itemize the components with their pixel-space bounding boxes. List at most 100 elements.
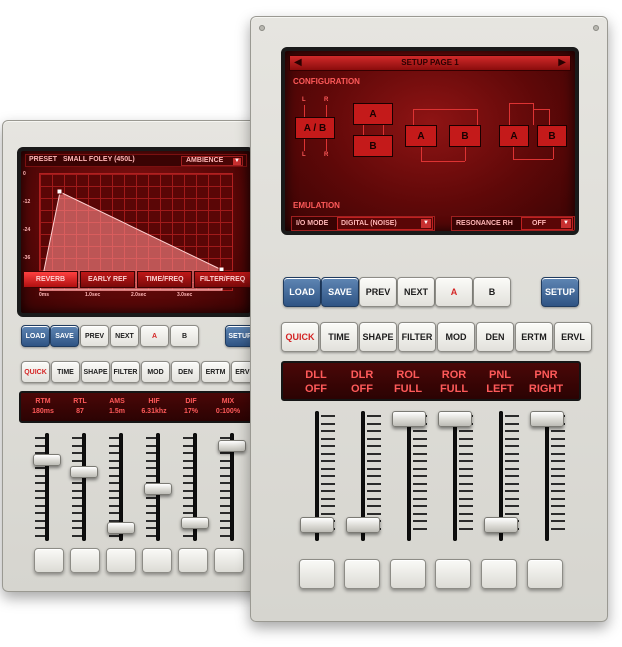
fader-tick: [551, 482, 565, 485]
ertm-button[interactable]: ERTM: [515, 322, 553, 352]
fader-track[interactable]: [45, 433, 49, 541]
fader-knob[interactable]: [181, 517, 209, 530]
next-button[interactable]: NEXT: [110, 325, 139, 347]
setup-button[interactable]: SETUP: [541, 277, 579, 307]
prev-button[interactable]: PREV: [80, 325, 109, 347]
fader-knob[interactable]: [484, 517, 518, 534]
next-label: NEXT: [115, 332, 134, 340]
tab-label: REVERB: [35, 276, 66, 283]
fader-tick: [551, 475, 565, 477]
b-button[interactable]: B: [170, 325, 199, 347]
b-button[interactable]: B: [473, 277, 511, 307]
category-select[interactable]: AMBIENCE ▼: [181, 156, 243, 166]
pad-button[interactable]: [481, 559, 517, 589]
fader-track[interactable]: [407, 411, 411, 541]
ervl-button[interactable]: ERVL: [554, 322, 592, 352]
fader-tick: [72, 459, 82, 462]
fader-tick: [505, 497, 519, 500]
fader-tick: [183, 489, 193, 492]
quick-button[interactable]: QUICK: [21, 361, 50, 383]
tab-time-freq[interactable]: TIME/FREQ: [137, 271, 192, 288]
ertm-button[interactable]: ERTM: [201, 361, 230, 383]
fader-knob[interactable]: [70, 465, 98, 478]
fader-tick: [146, 444, 156, 447]
fader-tick: [183, 459, 193, 462]
fader-tick: [321, 505, 335, 507]
quick-label: QUICK: [285, 332, 315, 342]
fader-tick: [109, 497, 119, 499]
load-button[interactable]: LOAD: [21, 325, 50, 347]
save-button[interactable]: SAVE: [50, 325, 79, 347]
den-button[interactable]: DEN: [476, 322, 514, 352]
fader-tick: [367, 415, 381, 417]
fader-tick: [109, 467, 119, 469]
pad-button[interactable]: [527, 559, 563, 589]
page-next-icon[interactable]: ▶: [558, 57, 566, 68]
a-button[interactable]: A: [435, 277, 473, 307]
param-value: 6.31khz: [141, 408, 167, 415]
quick-button[interactable]: QUICK: [281, 322, 319, 352]
pad-button[interactable]: [435, 559, 471, 589]
config-box-b: B: [449, 125, 481, 147]
shape-button[interactable]: SHAPE: [81, 361, 110, 383]
resonance-select[interactable]: OFF ▼: [521, 217, 573, 230]
pad-button[interactable]: [142, 548, 172, 573]
fader-track[interactable]: [453, 411, 457, 541]
fader-knob[interactable]: [33, 454, 61, 467]
fader-knob[interactable]: [346, 517, 380, 534]
next-button[interactable]: NEXT: [397, 277, 435, 307]
filter-button[interactable]: FILTER: [398, 322, 436, 352]
pad-button[interactable]: [390, 559, 426, 589]
a-button[interactable]: A: [140, 325, 169, 347]
fader-knob[interactable]: [144, 482, 172, 495]
shape-button[interactable]: SHAPE: [359, 322, 397, 352]
tab-early-ref[interactable]: EARLY REF: [80, 271, 135, 288]
fader-knob[interactable]: [438, 411, 472, 427]
mod-button[interactable]: MOD: [437, 322, 475, 352]
time-button[interactable]: TIME: [51, 361, 80, 383]
time-button[interactable]: TIME: [320, 322, 358, 352]
fader-tick: [413, 475, 427, 477]
setup-label: SETUP: [228, 332, 252, 340]
preset-value[interactable]: SMALL FOLEY (450L): [63, 156, 135, 163]
pad-button[interactable]: [214, 548, 244, 573]
io-mode-select[interactable]: DIGITAL (NOISE) ▼: [337, 217, 433, 230]
fader-tick: [459, 445, 473, 447]
save-label: SAVE: [328, 287, 352, 297]
fader-track[interactable]: [82, 433, 86, 541]
config-option-2[interactable]: A B: [349, 91, 397, 177]
pad-button[interactable]: [106, 548, 136, 573]
prev-button[interactable]: PREV: [359, 277, 397, 307]
filter-label: FILTER: [113, 368, 138, 376]
pad-button[interactable]: [344, 559, 380, 589]
filter-button[interactable]: FILTER: [111, 361, 140, 383]
save-button[interactable]: SAVE: [321, 277, 359, 307]
mod-label: MOD: [445, 332, 467, 342]
pad-button[interactable]: [178, 548, 208, 573]
fader-knob[interactable]: [392, 411, 426, 427]
fader-knob[interactable]: [218, 439, 246, 452]
fader-track[interactable]: [545, 411, 549, 541]
den-button[interactable]: DEN: [171, 361, 200, 383]
config-option-4[interactable]: A B: [493, 91, 575, 177]
fader-tick: [109, 504, 119, 507]
config-option-3[interactable]: A B: [405, 91, 487, 177]
fader-tick: [505, 422, 519, 425]
graph-x-label: 2.0sec: [131, 292, 147, 298]
pad-button[interactable]: [299, 559, 335, 589]
fader-knob[interactable]: [530, 411, 564, 427]
fader-tick: [321, 430, 335, 432]
mod-button[interactable]: MOD: [141, 361, 170, 383]
pad-button[interactable]: [34, 548, 64, 573]
tab-filter-freq[interactable]: FILTER/FREQ: [194, 271, 251, 288]
fader-knob[interactable]: [300, 517, 334, 534]
fader-knob[interactable]: [107, 522, 135, 535]
tab-reverb[interactable]: REVERB: [23, 271, 78, 288]
graph-x-label: 3.0sec: [177, 292, 193, 298]
fader-tick: [220, 437, 230, 439]
load-button[interactable]: LOAD: [283, 277, 321, 307]
config-option-1[interactable]: L R A / B L R: [293, 91, 341, 177]
pad-button[interactable]: [70, 548, 100, 573]
fader-tick: [183, 534, 193, 537]
fader-tick: [367, 467, 381, 470]
